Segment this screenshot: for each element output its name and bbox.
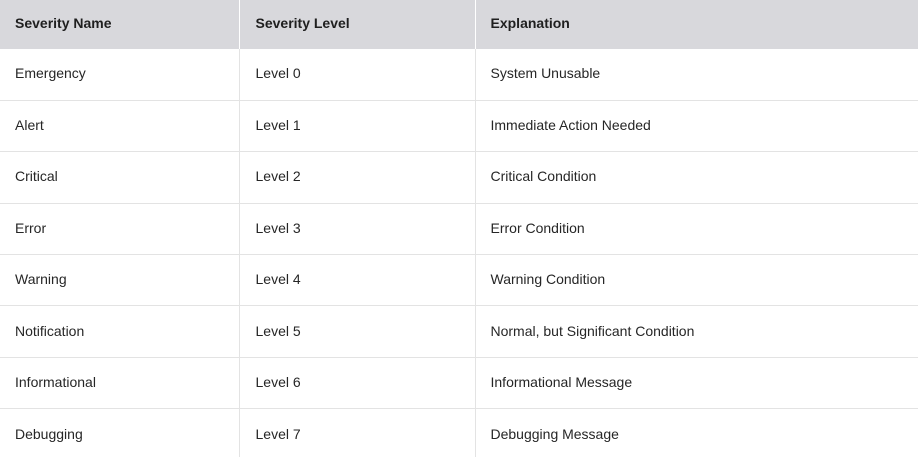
severity-name-cell: Debugging xyxy=(0,408,240,457)
explanation-cell: Warning Condition xyxy=(490,271,606,288)
explanation-cell: Normal, but Significant Condition xyxy=(490,322,695,339)
header-row: Severity Name Severity Level Explanation xyxy=(0,0,918,49)
table-row: Emergency Level 0 System Unusable xyxy=(0,49,918,101)
explanation-cell: Informational Message xyxy=(490,374,633,391)
header-severity-level: Severity Level xyxy=(239,0,476,49)
table-header: Severity Name Severity Level Explanation xyxy=(0,0,918,49)
severity-level-cell: Level 5 xyxy=(239,305,476,358)
severity-name-cell: Warning xyxy=(0,254,240,306)
table-row: Alert Level 1 Immediate Action Needed xyxy=(0,100,918,152)
header-explanation: Explanation xyxy=(490,14,570,31)
table-row: Informational Level 6 Informational Mess… xyxy=(0,357,918,409)
explanation-cell: Immediate Action Needed xyxy=(490,117,651,134)
explanation-cell: Error Condition xyxy=(490,219,585,236)
severity-table-container: Severity Name Severity Level Explanation… xyxy=(0,0,918,457)
explanation-cell: System Unusable xyxy=(490,65,601,82)
severity-table: Severity Name Severity Level Explanation… xyxy=(0,0,918,457)
severity-level-cell: Level 2 xyxy=(239,151,476,204)
header-severity-name: Severity Name xyxy=(0,0,240,49)
severity-level-cell: Level 1 xyxy=(239,100,476,152)
table-row: Warning Level 4 Warning Condition xyxy=(0,254,918,306)
table-row: Error Level 3 Error Condition xyxy=(0,203,918,255)
severity-level-cell: Level 3 xyxy=(239,203,476,255)
explanation-cell: Debugging Message xyxy=(490,425,619,442)
table-body: Emergency Level 0 System Unusable Alert … xyxy=(0,49,918,457)
severity-name-cell: Notification xyxy=(0,305,240,358)
table-row: Notification Level 5 Normal, but Signifi… xyxy=(0,305,918,358)
explanation-cell: Critical Condition xyxy=(490,168,597,185)
severity-level-cell: Level 7 xyxy=(239,408,476,457)
severity-name-cell: Alert xyxy=(0,100,240,152)
severity-level-cell: Level 6 xyxy=(239,357,476,409)
table-row: Critical Level 2 Critical Condition xyxy=(0,151,918,204)
severity-name-cell: Error xyxy=(0,203,240,255)
severity-level-cell: Level 0 xyxy=(239,49,476,101)
severity-level-cell: Level 4 xyxy=(239,254,476,306)
severity-name-cell: Critical xyxy=(0,151,240,204)
severity-name-cell: Emergency xyxy=(0,49,240,101)
severity-name-cell: Informational xyxy=(0,357,240,409)
table-row: Debugging Level 7 Debugging Message xyxy=(0,408,918,457)
